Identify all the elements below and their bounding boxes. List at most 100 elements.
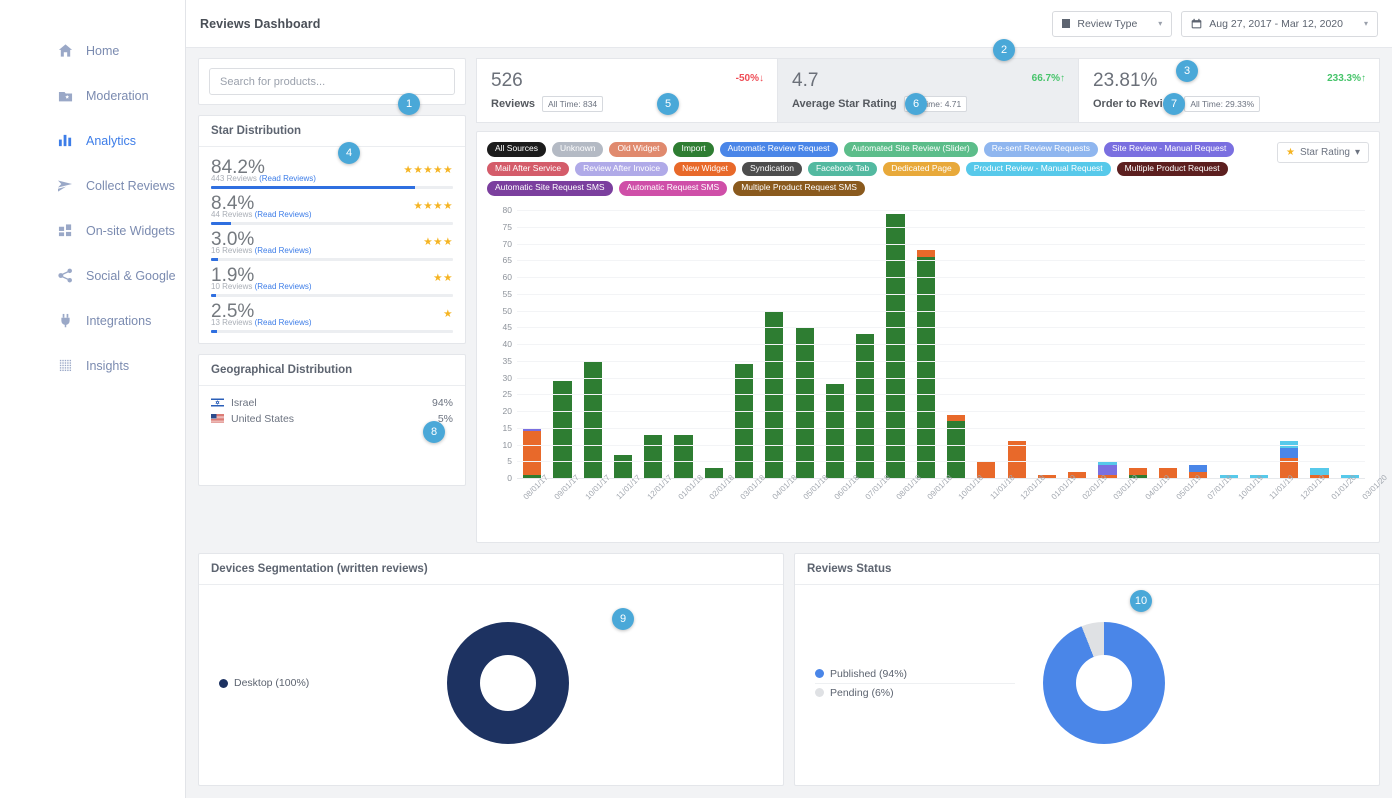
legend-tag[interactable]: Facebook Tab — [807, 161, 878, 177]
kpi-alltime-pill: All Time: 29.33% — [1184, 95, 1261, 112]
plot-area: 0 5 10 15 20 25 30 35 40 45 50 55 60 65 70 75 80 — [503, 205, 1365, 483]
legend-tag[interactable]: Syndication — [741, 161, 802, 177]
callout-badge-7: 7 — [1163, 93, 1185, 115]
sidebar-item-label: On-site Widgets — [86, 223, 175, 238]
chevron-down-icon: ▾ — [1363, 19, 1368, 28]
gridline — [517, 226, 1365, 228]
x-axis-label: 05/01/18 — [797, 473, 829, 501]
star-rating-dropdown[interactable]: ★ Star Rating ▾ — [1276, 141, 1369, 163]
sidebar-item-on-site-widgets[interactable]: On-site Widgets — [0, 208, 185, 253]
star-row-bar-track — [211, 329, 453, 333]
legend-tag[interactable]: Dedicated Page — [883, 161, 960, 177]
donut-legend-row: Desktop (100%) — [219, 674, 419, 692]
kpi-card: 526 Reviews All Time: 834 -50%↓ — [476, 58, 778, 123]
sidebar-item-analytics[interactable]: Analytics — [0, 118, 185, 163]
legend-tag[interactable]: Unknown — [552, 141, 604, 157]
legend-tag[interactable]: Old Widget — [609, 141, 668, 157]
x-axis-label: 12/01/17 — [641, 473, 674, 501]
legend-tag[interactable]: Automatic Site Request SMS — [487, 181, 613, 197]
flag-icon-il — [211, 398, 224, 408]
sidebar-item-collect-reviews[interactable]: Collect Reviews — [0, 163, 185, 208]
x-axis-label: 03/01/19 — [1107, 473, 1140, 501]
legend-tag[interactable]: Multiple Product Request SMS — [733, 181, 865, 197]
gridline — [517, 360, 1365, 362]
read-reviews-link[interactable]: (Read Reviews) — [255, 210, 312, 219]
kpi-delta-value: 66.7% — [1031, 73, 1060, 84]
x-axis-label: 10/01/17 — [579, 473, 612, 501]
star-row-count: 10 — [211, 281, 220, 291]
date-range-label: Aug 27, 2017 - Mar 12, 2020 — [1209, 17, 1343, 30]
reviews-word: Reviews — [222, 281, 253, 291]
star-row-count: 13 — [211, 317, 220, 327]
trend-arrow-icon: ↑ — [1361, 73, 1366, 84]
y-axis-tick: 0 — [507, 473, 512, 484]
read-reviews-link[interactable]: (Read Reviews) — [255, 318, 312, 327]
y-axis-tick: 30 — [502, 372, 512, 383]
legend-tag[interactable]: Import — [673, 141, 714, 157]
read-reviews-link[interactable]: (Read Reviews) — [259, 174, 316, 183]
gridline — [517, 243, 1365, 245]
date-range-picker[interactable]: Aug 27, 2017 - Mar 12, 2020 ▾ — [1181, 10, 1378, 37]
x-axis-label: 11/01/17 — [610, 473, 643, 501]
stacked-bar — [795, 327, 814, 479]
sidebar-item-label: Insights — [86, 358, 130, 373]
sidebar-item-social-google[interactable]: Social & Google — [0, 253, 185, 298]
reviews-word: Reviews — [222, 209, 253, 219]
sidebar-item-moderation[interactable]: Moderation — [0, 73, 185, 118]
legend-tag[interactable]: Mail After Service — [487, 161, 570, 177]
gridline — [517, 377, 1365, 379]
product-search-card — [198, 58, 466, 105]
x-axis-label: 02/01/18 — [703, 473, 736, 501]
legend-tag[interactable]: Review After Invoice — [575, 161, 669, 177]
x-axis-label: 07/01/19 — [1201, 473, 1233, 501]
plug-icon — [57, 313, 73, 329]
read-reviews-link[interactable]: (Read Reviews) — [255, 246, 312, 255]
legend-tag[interactable]: Multiple Product Request — [1116, 161, 1228, 177]
chevron-down-icon: ▾ — [1354, 146, 1360, 158]
legend-color-dot — [815, 669, 824, 679]
callout-badge-6: 6 — [905, 93, 927, 115]
stacked-bar — [644, 434, 663, 479]
legend-tag[interactable]: Product Review - Manual Request — [965, 161, 1111, 177]
star-distribution-title: Star Distribution — [199, 116, 465, 147]
sidebar: Home Moderation Analytics Collect Reviews On… — [0, 0, 185, 798]
search-input[interactable] — [209, 68, 455, 95]
main-area: Reviews Dashboard Review Type ▾ Aug 27, … — [185, 0, 1392, 798]
sidebar-item-insights[interactable]: Insights — [0, 343, 185, 388]
kpi-value: 23.81% — [1093, 70, 1158, 91]
x-axis-label: 10/01/19 — [1232, 473, 1265, 501]
send-icon — [57, 178, 73, 194]
y-axis-tick: 40 — [502, 339, 512, 350]
gridline — [517, 461, 1365, 463]
x-axis-label: 07/01/18 — [859, 473, 892, 501]
legend-tag[interactable]: Automatic Review Request — [719, 141, 838, 157]
legend-tag[interactable]: All Sources — [487, 141, 546, 157]
review-type-dropdown[interactable]: Review Type ▾ — [1052, 10, 1173, 37]
legend-tag[interactable]: Site Review - Manual Request — [1104, 141, 1235, 157]
kpi-delta: -50%↓ — [736, 73, 764, 84]
donut-legend-row: Pending (6%) — [815, 684, 1015, 702]
legend-tag[interactable]: Automated Site Review (Slider) — [843, 141, 978, 157]
sidebar-item-home[interactable]: Home — [0, 28, 185, 73]
stacked-bar — [613, 454, 633, 479]
devices-donut-body: Desktop (100%) — [199, 585, 783, 785]
country-percent: 94% — [431, 396, 453, 409]
sidebar-item-integrations[interactable]: Integrations — [0, 298, 185, 343]
legend-tag[interactable]: Automatic Request SMS — [618, 181, 728, 197]
legend-tag[interactable]: Re-sent Review Requests — [983, 141, 1098, 157]
callout-badge-3: 3 — [1176, 60, 1198, 82]
geographical-distribution-title: Geographical Distribution — [199, 355, 465, 386]
page-title: Reviews Dashboard — [200, 16, 321, 31]
read-reviews-link[interactable]: (Read Reviews) — [255, 282, 312, 291]
x-axis-labels: 08/01/17 09/01/17 10/01/17 11/01/17 12/01/17… — [517, 473, 1389, 501]
stacked-bar — [523, 428, 542, 479]
y-axis-tick: 20 — [502, 406, 512, 417]
bar-segment — [644, 434, 663, 479]
reviews-dashboard-page: Home Moderation Analytics Collect Reviews On… — [0, 0, 1392, 798]
bar-segment — [947, 414, 966, 422]
legend-tag[interactable]: New Widget — [674, 161, 736, 177]
country-name: Israel — [231, 396, 257, 409]
moderation-icon — [57, 88, 73, 104]
star-row-count: 443 — [211, 173, 225, 183]
legend-color-dot — [219, 678, 228, 688]
